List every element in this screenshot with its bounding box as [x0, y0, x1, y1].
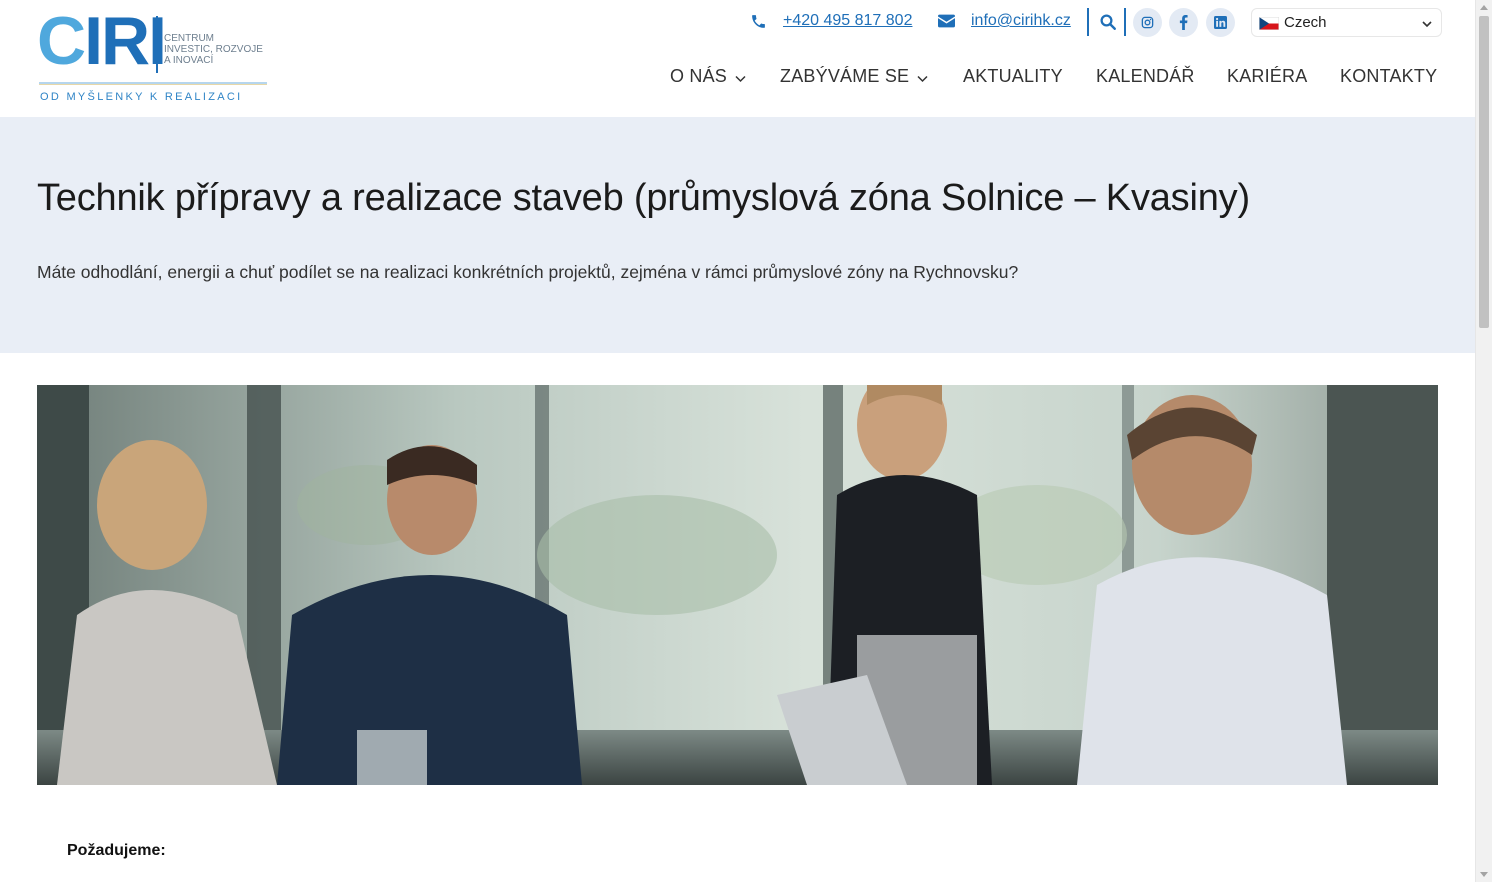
- language-label: Czech: [1284, 14, 1327, 31]
- scrollbar-thumb[interactable]: [1479, 16, 1489, 328]
- nav-item-kariera[interactable]: KARIÉRA: [1227, 66, 1307, 87]
- linkedin-icon[interactable]: [1206, 8, 1235, 37]
- search-icon[interactable]: [1099, 13, 1117, 36]
- czech-flag-icon: [1259, 17, 1279, 30]
- logo-underline-accent: [39, 84, 267, 85]
- topbar-divider-right: [1124, 8, 1126, 36]
- chevron-down-icon: [917, 67, 928, 88]
- nav-item-o-nas[interactable]: O NÁS: [670, 66, 746, 88]
- scroll-up-arrow-icon[interactable]: [1480, 5, 1488, 10]
- logo-separator: [156, 16, 158, 73]
- requirements-heading: Požadujeme:: [67, 842, 166, 859]
- nav-item-label: O NÁS: [670, 66, 728, 86]
- language-selector[interactable]: Czech: [1251, 8, 1442, 37]
- logo-mark-c: C: [37, 3, 86, 79]
- instagram-icon[interactable]: [1133, 8, 1162, 37]
- chevron-down-icon: [735, 67, 746, 88]
- nav-item-kalendar[interactable]: KALENDÁŘ: [1096, 66, 1195, 87]
- facebook-icon[interactable]: [1169, 8, 1198, 37]
- hero-lead: Máte odhodlání, energii a chuť podílet s…: [37, 262, 1019, 282]
- phone-icon: [750, 13, 767, 35]
- logo-mark: CIRI: [37, 7, 167, 75]
- phone-link[interactable]: +420 495 817 802: [783, 12, 912, 30]
- team-meeting-photo: [37, 385, 1438, 785]
- site-header: CIRI CENTRUM INVESTIC, ROZVOJE A INOVACÍ…: [0, 0, 1475, 117]
- logo-subtitle: CENTRUM INVESTIC, ROZVOJE A INOVACÍ: [164, 33, 274, 66]
- nav-item-label: ZABÝVÁME SE: [780, 66, 910, 86]
- scroll-down-arrow-icon[interactable]: [1480, 872, 1488, 877]
- topbar-divider-left: [1087, 8, 1089, 36]
- page-content: CIRI CENTRUM INVESTIC, ROZVOJE A INOVACÍ…: [0, 0, 1475, 882]
- page-title: Technik přípravy a realizace staveb (prů…: [37, 177, 1250, 219]
- envelope-icon: [938, 14, 955, 33]
- chevron-down-icon: [1421, 17, 1433, 35]
- page: CIRI CENTRUM INVESTIC, ROZVOJE A INOVACÍ…: [0, 0, 1492, 882]
- nav-item-aktuality[interactable]: AKTUALITY: [963, 66, 1063, 87]
- logo-mark-iri: IRI: [84, 3, 167, 79]
- logo-subtitle-line-1: CENTRUM: [164, 33, 214, 44]
- hero-section: Technik přípravy a realizace staveb (prů…: [0, 117, 1475, 353]
- nav-item-zabyvame-se[interactable]: ZABÝVÁME SE: [780, 66, 928, 88]
- logo-subtitle-line-3: A INOVACÍ: [164, 55, 214, 66]
- logo-subtitle-line-2: INVESTIC, ROZVOJE: [164, 44, 263, 55]
- nav-item-kontakty[interactable]: KONTAKTY: [1340, 66, 1437, 87]
- logo-tagline: OD MYŠLENKY K REALIZACI: [40, 91, 243, 103]
- ciri-logo[interactable]: CIRI CENTRUM INVESTIC, ROZVOJE A INOVACÍ…: [37, 7, 274, 105]
- page-scrollbar[interactable]: [1475, 0, 1492, 882]
- email-link[interactable]: info@cirihk.cz: [971, 12, 1071, 30]
